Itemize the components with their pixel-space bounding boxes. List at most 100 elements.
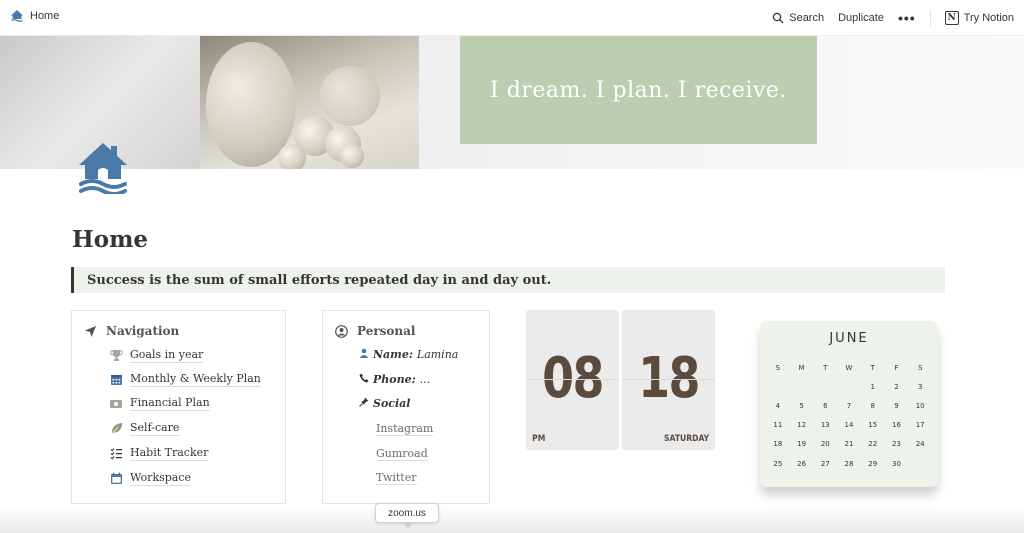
nav-item-goals[interactable]: Goals in year [109,348,204,363]
calendar-day[interactable]: 16 [885,421,909,429]
calendar-day[interactable]: 5 [790,402,814,410]
top-actions: Search Duplicate ••• N Try Notion [758,0,1014,36]
phone-value: ... [419,373,431,386]
calendar-day[interactable]: 19 [790,440,814,448]
duplicate-label: Duplicate [838,12,884,24]
calendar-day[interactable]: 2 [885,383,909,391]
calendar-day[interactable]: 8 [861,402,885,410]
nav-item-label: Financial Plan [130,396,210,411]
calendar-day[interactable]: 12 [790,421,814,429]
leaf-icon [109,422,123,436]
calendar-day[interactable]: 24 [908,440,932,448]
tooltip-text: zoom.us [388,507,426,519]
calendar-day[interactable]: 27 [813,460,837,468]
notion-logo-icon: N [944,11,959,25]
top-bar: Home Search Duplicate ••• N Try Notion [0,0,1024,36]
calendar-day[interactable]: 28 [837,460,861,468]
calendar-day[interactable]: 10 [908,402,932,410]
search-label: Search [789,12,825,24]
calendar-week-row: 123 [766,377,932,396]
calendar-day[interactable]: 15 [861,421,885,429]
nav-item-label: Monthly & Weekly Plan [130,372,261,387]
clock-hours-card: 08 PM [526,310,619,450]
search-button[interactable]: Search [772,12,824,24]
calendar-day[interactable]: 29 [861,460,885,468]
clock-minutes-card: 18 SATURDAY [622,310,715,450]
nav-item-monthly-weekly-plan[interactable]: Monthly & Weekly Plan [109,372,261,387]
calendar-week-row: 18 19 20 21 22 23 24 [766,435,932,454]
page-icon[interactable] [76,140,130,199]
calendar-day[interactable]: 9 [885,402,909,410]
calendar-icon [109,472,123,486]
calendar-day[interactable]: 23 [885,440,909,448]
calendar-month: JUNE [829,331,869,346]
money-icon [109,397,123,411]
calendar-day[interactable]: 1 [861,383,885,391]
nav-item-label: Habit Tracker [130,446,209,461]
calendar-day[interactable]: 11 [766,421,790,429]
calendar-week-row: 11 12 13 14 15 16 17 [766,416,932,435]
flip-divider [622,379,715,380]
search-icon [772,12,784,24]
quote-card: I dream. I plan. I receive. [460,36,817,144]
calendar-weekday: W [845,363,853,372]
phone-label: Phone: [373,373,416,386]
nav-item-habit-tracker[interactable]: Habit Tracker [109,446,209,461]
callout-text: Success is the sum of small efforts repe… [87,272,552,288]
breadcrumb[interactable]: Home [10,9,59,23]
calendar-grid-icon [109,373,123,387]
calendar-day[interactable]: 18 [766,440,790,448]
calendar-day[interactable]: 3 [908,383,932,391]
calendar-day[interactable]: 30 [885,460,909,468]
calendar-day[interactable]: 22 [861,440,885,448]
nav-item-workspace[interactable]: Workspace [109,471,192,486]
breadcrumb-label: Home [30,10,60,22]
phone-icon [359,373,371,386]
calendar-day[interactable]: 26 [790,460,814,468]
try-notion-label: Try Notion [963,12,1014,24]
calendar-weekday: S [775,363,781,372]
bottom-fade [0,505,1024,533]
navigation-heading: Navigation [84,324,179,338]
calendar-week-row: 4 5 6 7 8 9 10 [766,396,932,415]
calendar-grid: S M T W T F S 1 2 3 4 5 6 7 8 9 10 11 12 13 14 15 16 17 18 19 20 21… [766,358,932,473]
calendar-weekday: T [870,363,875,372]
calendar-weekday: F [894,363,899,372]
calendar-day[interactable]: 20 [813,440,837,448]
duplicate-button[interactable]: Duplicate [838,12,884,24]
calendar-weekday: M [798,363,805,372]
calendar-day[interactable]: 6 [813,402,837,410]
house-icon [11,10,23,22]
nav-item-self-care[interactable]: Self-care [109,421,180,436]
nav-item-financial-plan[interactable]: Financial Plan [109,396,210,411]
more-options-button[interactable]: ••• [898,10,916,26]
twitter-link[interactable]: Twitter [376,471,417,485]
user-circle-icon [335,324,348,338]
cover-photo [200,36,419,169]
nav-item-label: Self-care [130,421,180,436]
clock-period: PM [532,434,546,444]
try-notion-button[interactable]: N Try Notion [944,11,1014,25]
calendar-day[interactable]: 13 [813,421,837,429]
quote-callout: Success is the sum of small efforts repe… [71,267,945,293]
calendar-day[interactable]: 17 [908,421,932,429]
nav-item-label: Workspace [130,471,192,486]
calendar-day[interactable]: 14 [837,421,861,429]
personal-heading: Personal [335,324,415,338]
calendar-day[interactable]: 4 [766,402,790,410]
divider [929,10,931,26]
calendar-week-row: 25 26 27 28 29 30 [766,454,932,473]
name-value: Lamina [416,348,459,361]
calendar-widget: JUNE S M T W T F S 1 2 3 4 5 6 7 8 9 10 11 12 13 14 15 16 17 18 1… [760,321,938,487]
instagram-link[interactable]: Instagram [376,422,434,436]
personal-heading-label: Personal [357,324,416,338]
quote-text: I dream. I plan. I receive. [490,77,787,103]
calendar-day[interactable]: 21 [837,440,861,448]
nav-item-label: Goals in year [130,348,204,363]
calendar-weekday: S [917,363,923,372]
trophy-icon [109,349,123,363]
calendar-day[interactable]: 7 [837,402,861,410]
calendar-day[interactable]: 25 [766,460,790,468]
gumroad-link[interactable]: Gumroad [376,447,428,461]
house-icon [79,143,127,196]
